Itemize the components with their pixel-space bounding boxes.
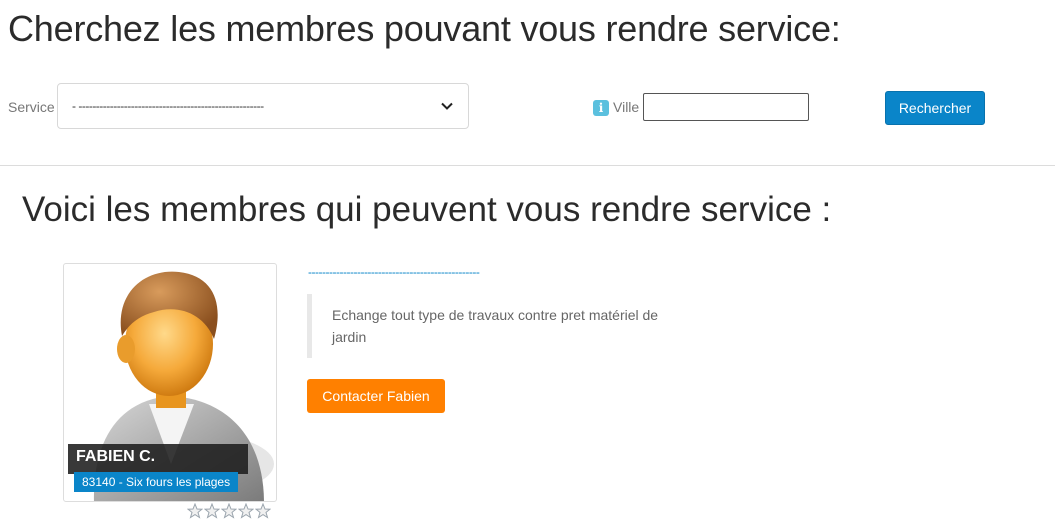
member-service-link[interactable]: ----------------------------------------… [308,265,480,279]
star-icon[interactable] [255,503,271,519]
contact-button[interactable]: Contacter Fabien [307,379,445,413]
service-label: Service [8,99,55,115]
ville-input[interactable] [643,93,809,121]
service-select-value: - --------------------------------------… [72,99,264,113]
member-location-badge: 83140 - Six fours les plages [74,472,239,492]
ville-label: Ville [613,99,640,115]
star-icon[interactable] [187,503,203,519]
rating-stars[interactable] [187,503,271,519]
service-select[interactable]: - --------------------------------------… [57,83,469,129]
divider [0,165,1055,166]
star-icon[interactable] [221,503,237,519]
chevron-down-icon [441,102,453,110]
search-button[interactable]: Rechercher [885,91,985,125]
star-icon[interactable] [204,503,220,519]
search-title: Cherchez les membres pouvant vous rendre… [8,8,841,49]
results-title: Voici les membres qui peuvent vous rendr… [22,190,832,229]
member-name: FABIEN C. [68,444,248,474]
star-icon[interactable] [238,503,254,519]
member-description: Echange tout type de travaux contre pret… [307,294,707,358]
info-icon: i [593,100,609,116]
member-card[interactable]: FABIEN C. 83140 - Six fours les plages [63,263,277,502]
